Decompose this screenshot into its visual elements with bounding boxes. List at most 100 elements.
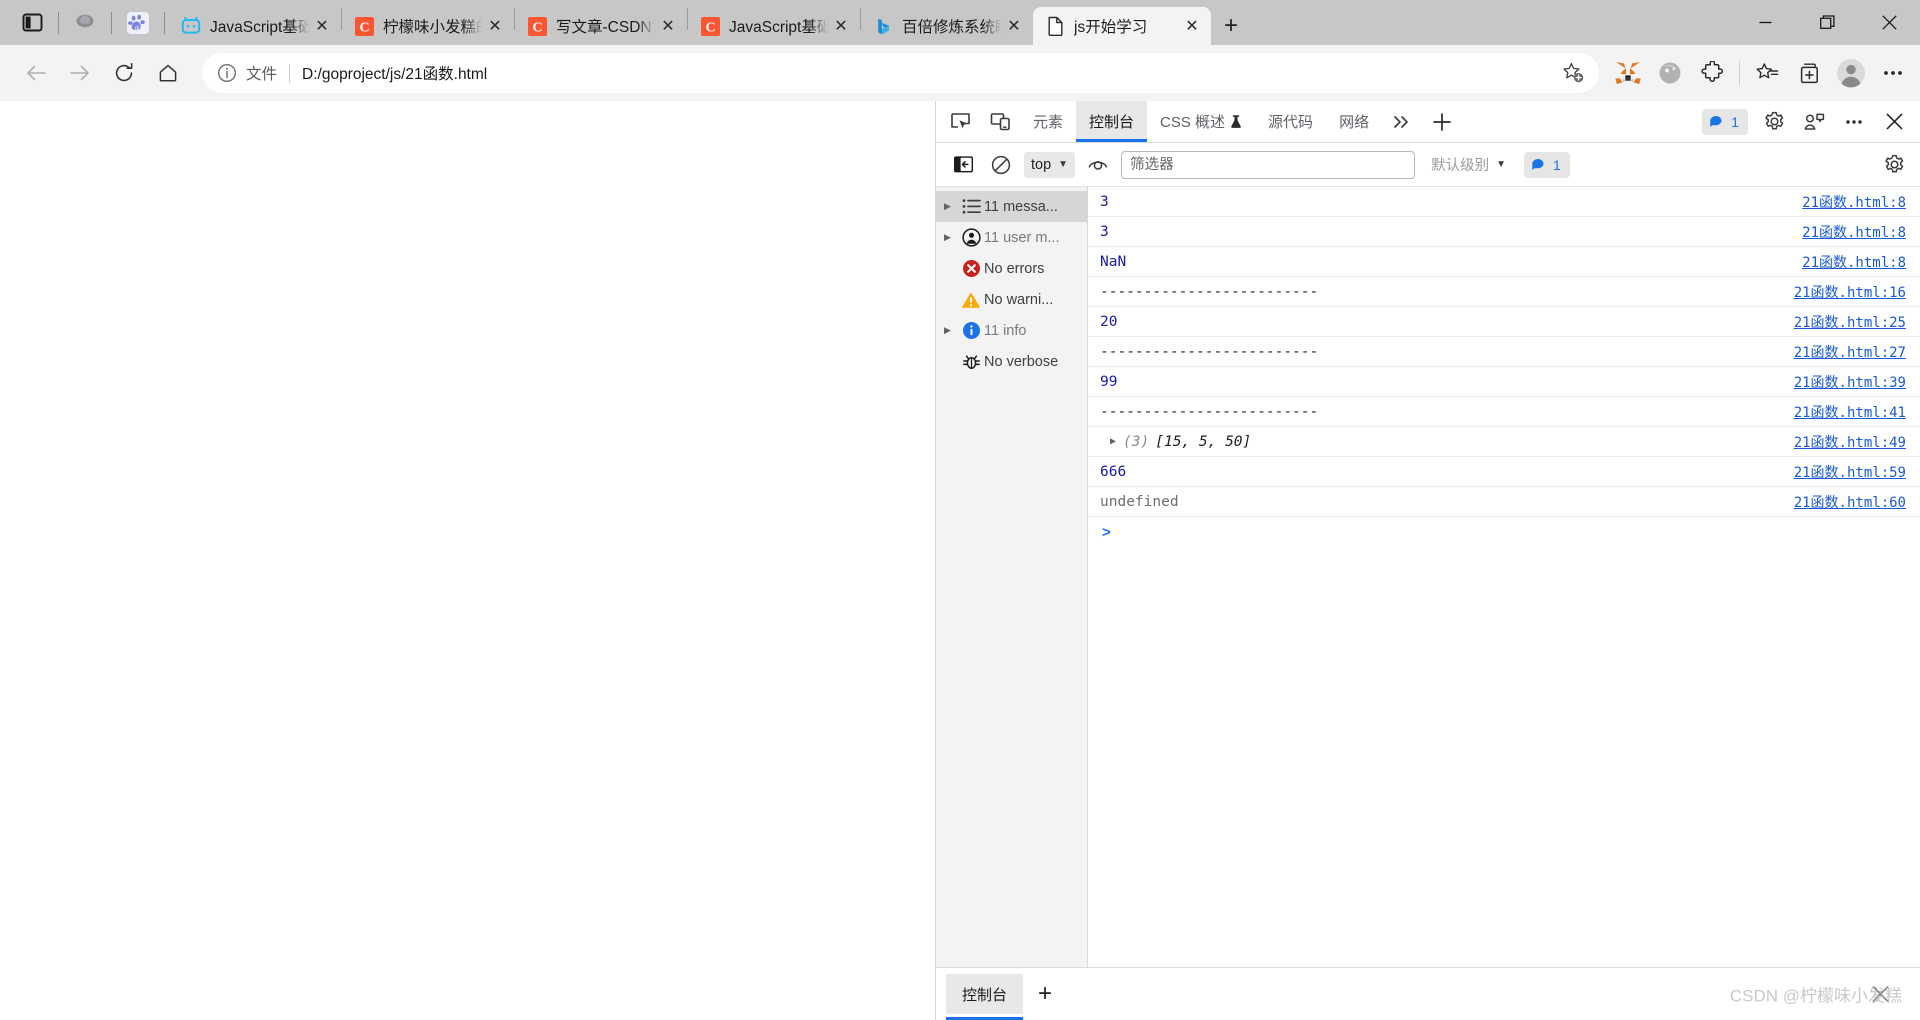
console-source-link[interactable]: 21函数.html:27	[1794, 342, 1906, 362]
forward-button[interactable]	[58, 53, 102, 93]
execution-context-selector[interactable]: top ▼	[1024, 151, 1076, 178]
expand-arrow-icon[interactable]: ▶	[944, 325, 958, 336]
console-message-list[interactable]: 3 21函数.html:8 3 21函数.html:8 NaN 21函数.htm…	[1088, 187, 1920, 967]
tab-close-icon[interactable]: ✕	[828, 13, 854, 39]
extensions-puzzle-icon[interactable]	[1691, 53, 1733, 93]
console-source-link[interactable]: 21函数.html:49	[1794, 432, 1906, 452]
sidebar-item-errors[interactable]: ▶ No errors	[936, 253, 1087, 284]
tab-close-icon[interactable]: ✕	[1179, 13, 1205, 39]
sidebar-item-all-messages[interactable]: ▶ 11 messa...	[936, 191, 1087, 222]
extension-grayscale-icon[interactable]	[1649, 53, 1691, 93]
devtools-tab-css-overview[interactable]: CSS 概述	[1147, 101, 1255, 142]
console-message-row[interactable]: NaN 21函数.html:8	[1088, 247, 1920, 277]
tabbar-spacer	[1462, 101, 1702, 142]
console-settings-gear-icon[interactable]	[1874, 149, 1914, 181]
tab-label: CSS 概述	[1160, 114, 1226, 131]
expand-arrow-icon[interactable]: ▶	[944, 232, 958, 243]
back-button[interactable]	[14, 53, 58, 93]
device-toolbar-icon[interactable]	[980, 101, 1020, 142]
maximize-button[interactable]	[1796, 0, 1858, 45]
profile-avatar-icon[interactable]	[1830, 53, 1872, 93]
tab-close-icon[interactable]: ✕	[482, 13, 508, 39]
tab-actions-icon[interactable]	[12, 5, 52, 41]
browser-tab[interactable]: C JavaScript基础学 ✕	[688, 7, 860, 45]
baidu-shortcut-icon[interactable]: du	[118, 5, 158, 41]
console-source-link[interactable]: 21函数.html:25	[1794, 312, 1906, 332]
console-message-row[interactable]: 3 21函数.html:8	[1088, 187, 1920, 217]
devtools-tab-network[interactable]: 网络	[1326, 101, 1382, 142]
workspaces-icon[interactable]	[65, 5, 105, 41]
live-expression-icon[interactable]	[1079, 149, 1117, 181]
console-source-link[interactable]: 21函数.html:39	[1794, 372, 1906, 392]
sidebar-item-user-messages[interactable]: ▶ 11 user m...	[936, 222, 1087, 253]
reload-button[interactable]	[102, 53, 146, 93]
close-button[interactable]	[1858, 0, 1920, 45]
add-devtools-tab-button[interactable]	[1422, 101, 1462, 142]
browser-tab-strip: du JavaScript基础语 ✕ C 柠檬味小发糕的 ✕ C 写文章	[0, 0, 1920, 45]
console-source-link[interactable]: 21函数.html:8	[1802, 252, 1906, 272]
browser-tab[interactable]: JavaScript基础语 ✕	[169, 7, 341, 45]
minimize-button[interactable]	[1734, 0, 1796, 45]
console-sidebar-toggle-icon[interactable]	[944, 149, 982, 181]
browser-tab-active[interactable]: js开始学习 ✕	[1033, 7, 1211, 45]
devtools-tab-sources[interactable]: 源代码	[1255, 101, 1326, 142]
collections-icon[interactable]	[1788, 53, 1830, 93]
clear-console-icon[interactable]	[982, 149, 1020, 181]
close-devtools-icon[interactable]	[1874, 112, 1914, 131]
expand-array-arrow-icon[interactable]: ▶	[1110, 436, 1116, 447]
new-tab-button[interactable]: +	[1211, 7, 1251, 45]
toolbar-divider	[1739, 61, 1740, 85]
console-source-link[interactable]: 21函数.html:8	[1802, 192, 1906, 212]
metamask-extension-icon[interactable]	[1607, 53, 1649, 93]
settings-gear-icon[interactable]	[1754, 111, 1794, 132]
sidebar-item-warnings[interactable]: ▶ No warni...	[936, 284, 1087, 315]
more-options-icon[interactable]	[1834, 111, 1874, 133]
address-bar[interactable]: 文件 D:/goproject/js/21函数.html	[202, 53, 1599, 93]
drawer-add-tab-button[interactable]: +	[1023, 968, 1067, 1020]
console-message-row[interactable]: undefined 21函数.html:60	[1088, 487, 1920, 517]
console-source-link[interactable]: 21函数.html:41	[1794, 402, 1906, 422]
console-message-row-array[interactable]: ▶ (3) [15, 5, 50] 21函数.html:49	[1088, 427, 1920, 457]
url-text[interactable]: D:/goproject/js/21函数.html	[302, 62, 1555, 84]
console-message-row[interactable]: ------------------------- 21函数.html:41	[1088, 397, 1920, 427]
web-page-viewport[interactable]	[0, 101, 936, 1020]
console-message-row[interactable]: 99 21函数.html:39	[1088, 367, 1920, 397]
console-source-link[interactable]: 21函数.html:16	[1794, 282, 1906, 302]
browser-tab[interactable]: C 柠檬味小发糕的 ✕	[342, 7, 514, 45]
browser-tab[interactable]: C 写文章-CSDN博客 ✕	[515, 7, 687, 45]
sidebar-item-info[interactable]: ▶ 11 info	[936, 315, 1087, 346]
console-prompt-row[interactable]: >	[1088, 517, 1920, 547]
console-message-row[interactable]: ------------------------- 21函数.html:16	[1088, 277, 1920, 307]
svg-text:C: C	[359, 20, 369, 35]
home-button[interactable]	[146, 53, 190, 93]
tab-close-icon[interactable]: ✕	[309, 13, 335, 39]
array-preview-text: [15, 5, 50]	[1155, 433, 1252, 450]
more-tabs-chevron-icon[interactable]	[1382, 101, 1422, 142]
tab-close-icon[interactable]: ✕	[655, 13, 681, 39]
add-favorite-icon[interactable]	[1555, 57, 1591, 89]
console-message-row[interactable]: 3 21函数.html:8	[1088, 217, 1920, 247]
inspect-element-icon[interactable]	[940, 101, 980, 142]
console-source-link[interactable]: 21函数.html:59	[1794, 462, 1906, 482]
console-source-link[interactable]: 21函数.html:60	[1794, 492, 1906, 512]
log-level-selector[interactable]: 默认级别 ▼	[1425, 152, 1512, 178]
console-source-link[interactable]: 21函数.html:8	[1802, 222, 1906, 242]
site-info-icon[interactable]	[216, 62, 238, 84]
issues-badge[interactable]: 1	[1702, 108, 1748, 135]
sidebar-item-verbose[interactable]: ▶ No verbose	[936, 346, 1087, 377]
devtools-tab-console[interactable]: 控制台	[1076, 101, 1148, 142]
browser-tab[interactable]: 百倍修炼系统瞬 ✕	[861, 7, 1033, 45]
customize-devtools-icon[interactable]	[1794, 112, 1834, 132]
tab-title: 写文章-CSDN博客	[556, 19, 655, 36]
tab-close-icon[interactable]: ✕	[1001, 13, 1027, 39]
expand-arrow-icon[interactable]: ▶	[944, 201, 958, 212]
console-message-row[interactable]: ------------------------- 21函数.html:27	[1088, 337, 1920, 367]
devtools-tab-elements[interactable]: 元素	[1020, 101, 1076, 142]
favorites-icon[interactable]	[1746, 53, 1788, 93]
console-message-row[interactable]: 666 21函数.html:59	[1088, 457, 1920, 487]
settings-and-more-icon[interactable]	[1872, 53, 1914, 93]
console-issues-badge[interactable]: 1	[1523, 151, 1570, 178]
console-message-row[interactable]: 20 21函数.html:25	[1088, 307, 1920, 337]
console-filter-input[interactable]	[1121, 150, 1416, 179]
drawer-tab-console[interactable]: 控制台	[946, 974, 1024, 1020]
